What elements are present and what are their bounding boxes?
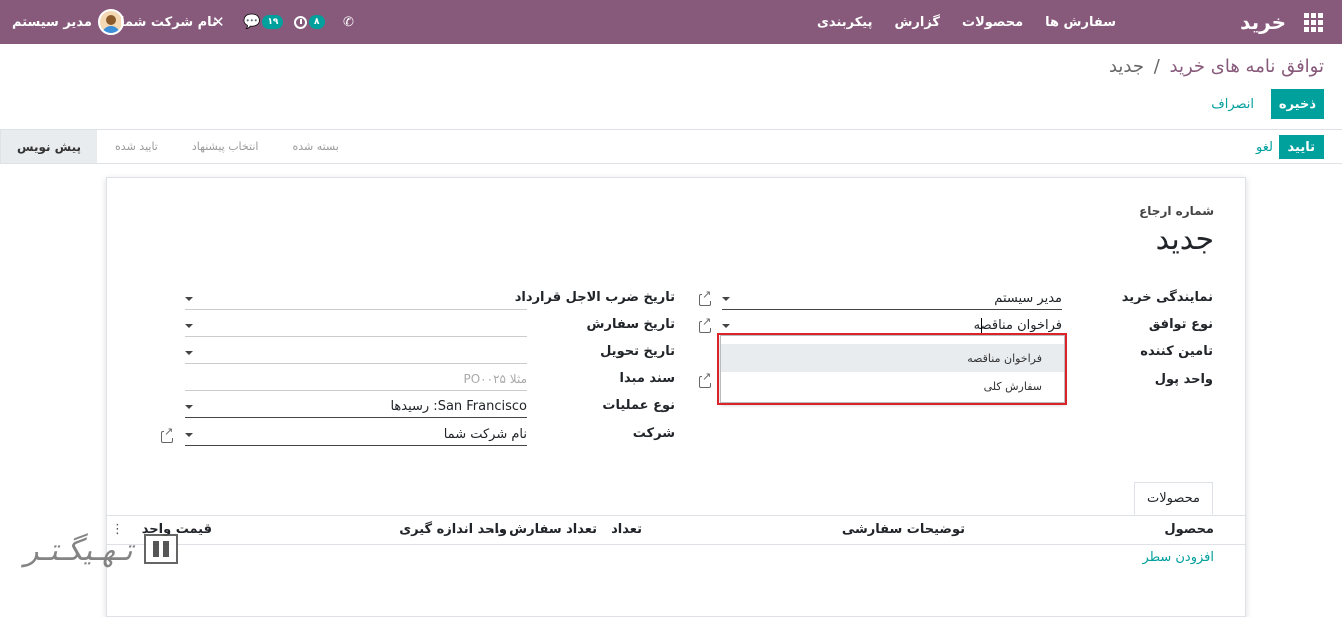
column-product[interactable]: محصول [1164, 522, 1214, 537]
delivery-date-input[interactable] [185, 342, 527, 364]
chevron-down-icon [722, 324, 730, 328]
chevron-down-icon [722, 297, 730, 301]
app-brand[interactable]: خرید [1240, 0, 1286, 44]
order-date-label: تاریخ سفارش [586, 317, 675, 332]
cancel-button[interactable]: لغو [1253, 135, 1276, 159]
chevron-down-icon [185, 351, 193, 355]
breadcrumb-separator: / [1153, 56, 1160, 77]
stage-draft[interactable]: پیش نویس [0, 130, 98, 163]
apps-grid-icon[interactable] [1302, 0, 1324, 44]
stage-closed[interactable]: بسته شده [274, 130, 355, 163]
menu-item-configuration[interactable]: پیکربندی [817, 15, 872, 30]
annotation-highlight-box [717, 333, 1067, 405]
column-quantity[interactable]: تعداد [611, 522, 642, 537]
watermark-text: تـهـیگـتـر [24, 533, 133, 568]
operation-type-label: نوع عملیات [602, 398, 675, 413]
external-link-icon[interactable] [699, 289, 712, 306]
user-name: مدیر سیستم [12, 14, 92, 30]
external-link-icon[interactable] [699, 371, 712, 388]
menu-item-reporting[interactable]: گزارش [894, 15, 940, 30]
chevron-down-icon [185, 297, 193, 301]
purchase-rep-input[interactable]: مدیر سیستم [722, 288, 1062, 310]
discard-button[interactable]: انصراف [1207, 89, 1258, 119]
vendor-label: تامین کننده [1140, 344, 1213, 359]
user-menu[interactable]: مدیر سیستم [12, 0, 124, 44]
stage-bid-selection[interactable]: انتخاب پیشنهاد [173, 130, 275, 163]
reference-value: جدید [1155, 222, 1214, 257]
activity-menu[interactable]: ۸ [294, 0, 325, 44]
text-cursor [981, 318, 982, 333]
confirm-button[interactable]: تایید [1278, 135, 1324, 159]
menu-item-products[interactable]: محصولات [962, 15, 1023, 30]
menu-item-orders[interactable]: سفارش ها [1045, 15, 1116, 30]
chevron-down-icon [185, 405, 193, 409]
company-label: شرکت [632, 426, 675, 441]
breadcrumb-parent[interactable]: توافق نامه های خرید [1170, 56, 1324, 77]
source-document-label: سند مبدا [619, 371, 675, 386]
breadcrumb: توافق نامه های خرید / جدید [1109, 56, 1324, 77]
top-navbar: خرید سفارش ها محصولات گزارش پیکربندی مدی… [0, 0, 1342, 44]
chat-count-badge: ۱۹ [262, 15, 284, 29]
order-date-input[interactable] [185, 315, 527, 337]
chevron-down-icon [185, 433, 193, 437]
tab-divider [107, 515, 1245, 516]
operation-type-input[interactable]: San Francisco: رسیدها [185, 396, 527, 418]
status-bar: تایید لغو بسته شده انتخاب پیشنهاد تایید … [0, 129, 1342, 164]
form-sheet: شماره ارجاع جدید نمایندگی خرید مدیر سیست… [106, 177, 1246, 617]
external-link-icon[interactable] [161, 426, 174, 443]
deadline-label: تاریخ ضرب الاجل قرارداد [514, 290, 675, 305]
company-switcher[interactable]: نام شرکت شما [120, 0, 217, 44]
column-uom[interactable]: واحد اندازه گیری [399, 522, 507, 537]
main-menu: سفارش ها محصولات گزارش پیکربندی [795, 0, 1116, 44]
debug-tools-icon[interactable]: ✕ [212, 0, 225, 44]
save-button[interactable]: ذخیره [1270, 89, 1324, 119]
column-custom-description[interactable]: توضیحات سفارشی [842, 522, 965, 537]
purchase-rep-label: نمایندگی خرید [1121, 290, 1213, 305]
company-input[interactable]: نام شرکت شما [185, 424, 527, 446]
chat-icon: 💬 [243, 14, 261, 30]
stage-confirmed[interactable]: تایید شده [97, 130, 174, 163]
chevron-down-icon [185, 324, 193, 328]
deadline-input[interactable] [185, 288, 527, 310]
messaging-menu[interactable]: 💬 ۱۹ [243, 0, 284, 44]
breadcrumb-current: جدید [1108, 56, 1144, 77]
tab-products[interactable]: محصولات [1134, 482, 1213, 515]
currency-label: واحد پول [1154, 372, 1213, 387]
add-line-link[interactable]: افزودن سطر [1143, 550, 1214, 565]
activity-count-badge: ۸ [309, 15, 325, 29]
reference-label: شماره ارجاع [1139, 204, 1214, 218]
agreement-type-label: نوع توافق [1148, 317, 1213, 332]
external-link-icon[interactable] [699, 316, 712, 333]
watermark-mark-icon [144, 534, 178, 564]
phone-icon[interactable]: ✆ [343, 0, 354, 44]
source-document-input[interactable]: مثلا PO۰۰۲۵ [185, 369, 527, 391]
clock-icon [294, 15, 307, 29]
watermark-logo: تـهـیگـتـر [22, 527, 182, 577]
delivery-date-label: تاریخ تحویل [600, 344, 675, 359]
table-header-divider [107, 544, 1245, 545]
status-stages: بسته شده انتخاب پیشنهاد تایید شده پیش نو… [0, 130, 355, 163]
